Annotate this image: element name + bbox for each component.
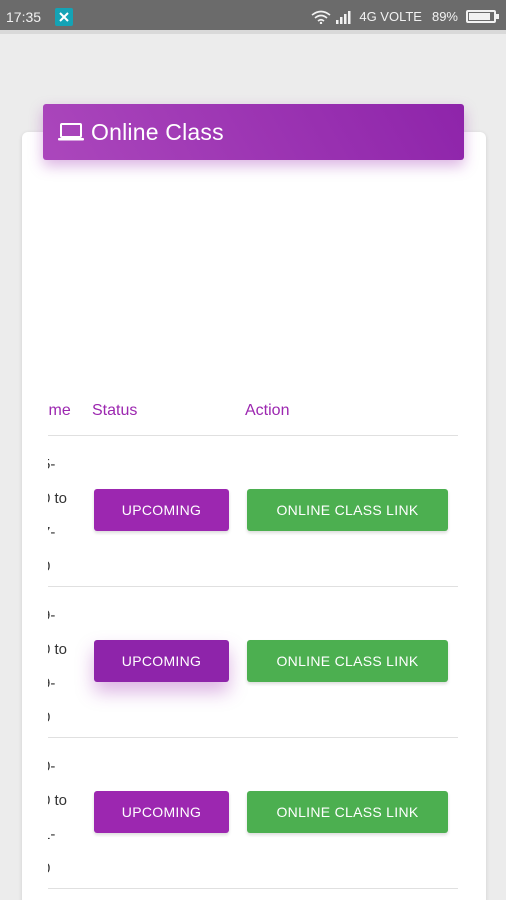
time-cell: 0- 0 to 1- 0 bbox=[48, 750, 82, 886]
battery-fill bbox=[469, 13, 491, 20]
time-line: 0 to bbox=[48, 641, 68, 658]
class-table: ime Status Action 5- 0 to 7- 0 UPCOMING … bbox=[48, 390, 458, 889]
table-header: ime Status Action bbox=[48, 390, 458, 436]
page-title: Online Class bbox=[91, 118, 224, 145]
column-header-time: ime bbox=[48, 402, 71, 419]
online-class-link-button[interactable]: ONLINE CLASS LINK bbox=[247, 489, 448, 531]
time-cell: 5- 0 to 7- 0 bbox=[48, 448, 82, 584]
online-class-link-button[interactable]: ONLINE CLASS LINK bbox=[247, 640, 448, 682]
signal-icon bbox=[336, 10, 351, 24]
status-indicators: 4G VOLTE 89% bbox=[311, 9, 499, 24]
time-cell: 9- 0 to 9- 0 bbox=[48, 599, 82, 735]
wifi-icon bbox=[311, 10, 331, 24]
laptop-icon bbox=[58, 123, 84, 141]
status-button[interactable]: UPCOMING bbox=[94, 791, 229, 833]
time-line: 0 bbox=[48, 852, 82, 886]
table-row: 0- 0 to 1- 0 UPCOMING ONLINE CLASS LINK bbox=[48, 738, 458, 889]
time-line: 5- bbox=[48, 456, 56, 473]
time-line: 0 to bbox=[48, 792, 68, 809]
status-button[interactable]: UPCOMING bbox=[94, 640, 229, 682]
column-header-action: Action bbox=[245, 402, 290, 419]
online-class-link-button[interactable]: ONLINE CLASS LINK bbox=[247, 791, 448, 833]
table-row: 5- 0 to 7- 0 UPCOMING ONLINE CLASS LINK bbox=[48, 436, 458, 587]
battery-percent: 89% bbox=[431, 9, 458, 24]
time-line: 0 bbox=[48, 550, 82, 584]
network-label: 4G VOLTE bbox=[359, 9, 422, 24]
card-header: Online Class bbox=[43, 104, 464, 160]
time-line: 7- bbox=[48, 524, 56, 541]
time-line: 9- bbox=[48, 675, 56, 692]
time-line: 0 to bbox=[48, 490, 68, 507]
column-header-status: Status bbox=[92, 402, 138, 419]
time-line: 9- bbox=[48, 607, 56, 624]
time-line: 0 bbox=[48, 701, 82, 735]
time-line: 1- bbox=[48, 826, 56, 843]
status-bar: 17:35 4G VOLTE 89% bbox=[0, 0, 506, 34]
app-notification-icon bbox=[55, 8, 73, 26]
status-button[interactable]: UPCOMING bbox=[94, 489, 229, 531]
battery-icon bbox=[466, 10, 499, 23]
table-row: 9- 0 to 9- 0 UPCOMING ONLINE CLASS LINK bbox=[48, 587, 458, 738]
status-time: 17:35 bbox=[6, 9, 42, 25]
time-line: 0- bbox=[48, 758, 56, 775]
